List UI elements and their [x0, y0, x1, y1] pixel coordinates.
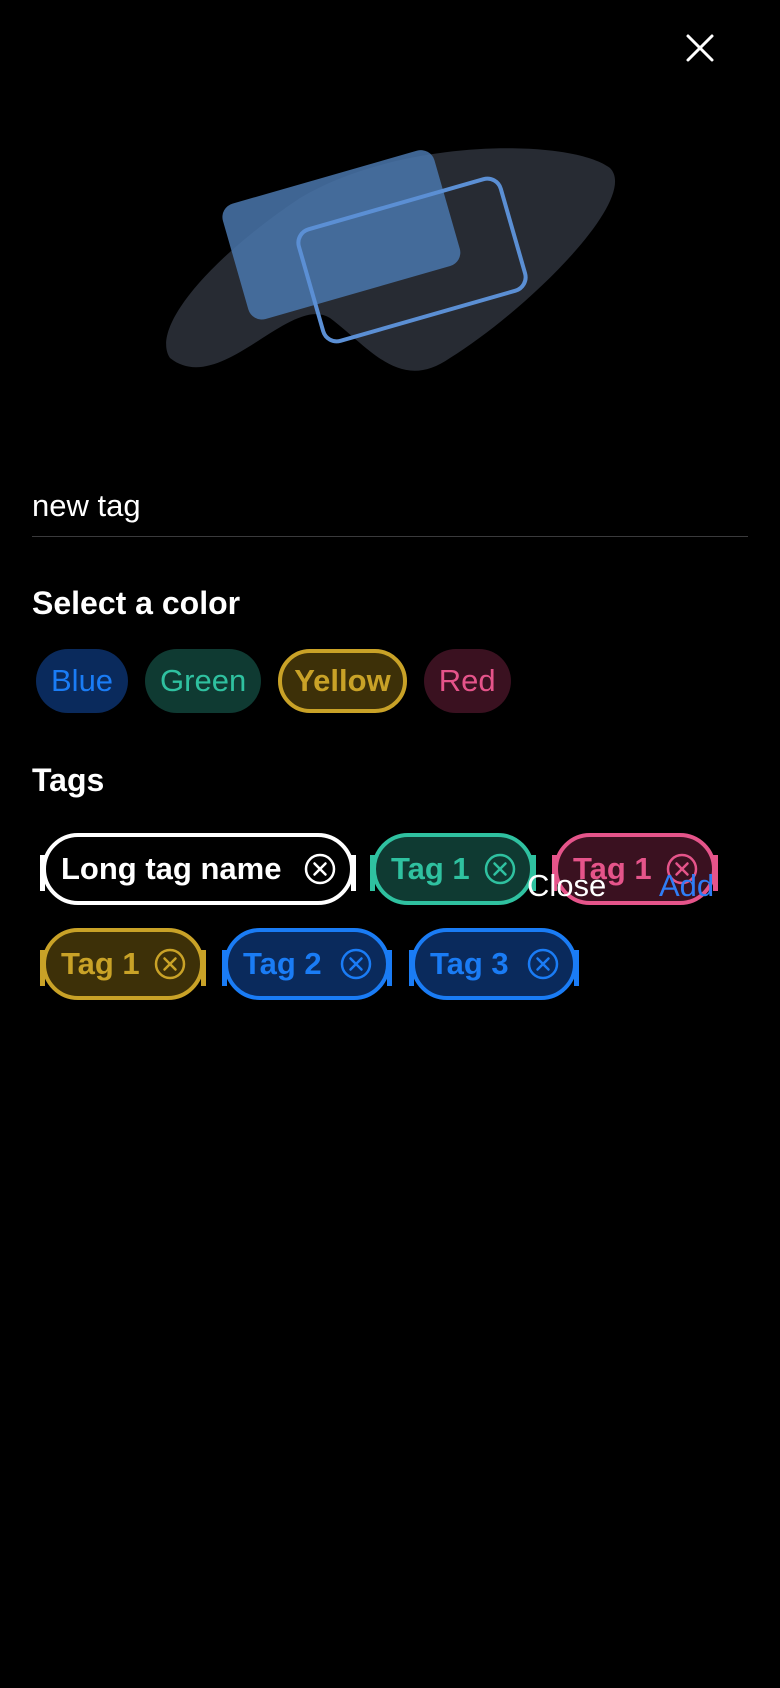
tag-name-input[interactable]: [32, 476, 748, 537]
tag-label: Tag 2: [243, 946, 322, 981]
color-option-red[interactable]: Red: [423, 649, 511, 713]
remove-circle-icon: [484, 853, 516, 885]
tag-label: Tag 3: [430, 946, 509, 981]
remove-tag-button[interactable]: [154, 948, 186, 980]
tag-label: Tag 1: [61, 946, 140, 981]
tag-chip[interactable]: Tag 3: [409, 928, 579, 1000]
tag-label: Tag 1: [391, 851, 470, 886]
tag-label: Long tag name: [61, 851, 282, 886]
tag-chip[interactable]: Long tag name: [40, 833, 356, 905]
remove-tag-button[interactable]: [527, 948, 559, 980]
color-option-green[interactable]: Green: [145, 649, 262, 713]
tag-illustration: [166, 148, 616, 371]
close-icon: [686, 34, 714, 62]
tag-chip[interactable]: Tag 1: [40, 928, 206, 1000]
tag-chip[interactable]: Tag 2: [222, 928, 392, 1000]
dismiss-button[interactable]: [674, 22, 726, 74]
remove-circle-icon: [527, 948, 559, 980]
remove-circle-icon: [340, 948, 372, 980]
close-button[interactable]: Close: [527, 868, 606, 904]
remove-tag-button[interactable]: [340, 948, 372, 980]
add-button[interactable]: Add: [659, 868, 714, 904]
tags-section-title: Tags: [32, 762, 105, 798]
remove-tag-button[interactable]: [304, 853, 336, 885]
color-section-title: Select a color: [32, 585, 241, 621]
remove-circle-icon: [154, 948, 186, 980]
color-options: Blue Green Yellow Red: [36, 647, 511, 715]
remove-tag-button[interactable]: [484, 853, 516, 885]
tag-chip[interactable]: Tag 1: [370, 833, 536, 905]
remove-circle-icon: [304, 853, 336, 885]
color-option-blue[interactable]: Blue: [36, 649, 129, 713]
color-option-yellow[interactable]: Yellow: [278, 649, 407, 713]
